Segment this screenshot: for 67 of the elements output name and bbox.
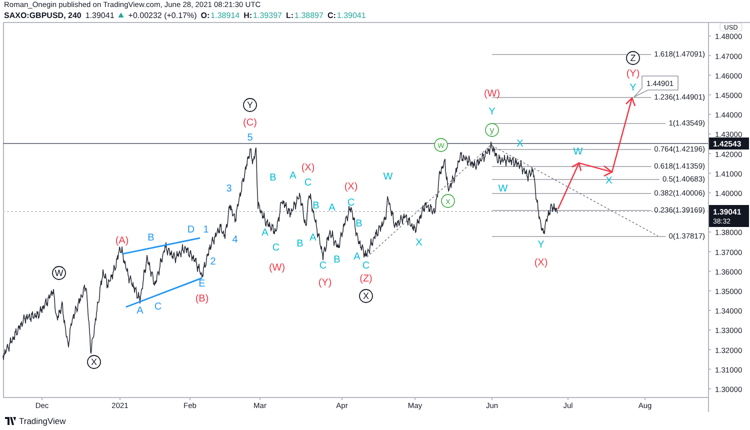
wave-label: W bbox=[573, 146, 583, 158]
wave-label: (A) bbox=[115, 236, 129, 246]
wave-label: Y bbox=[538, 240, 544, 250]
circled-wave-label: W bbox=[52, 266, 66, 280]
wave-label: (X) bbox=[344, 182, 358, 192]
wave-label: A bbox=[262, 228, 268, 238]
last-price: 1.39041 bbox=[85, 10, 114, 20]
circled-wave-label: x bbox=[441, 194, 455, 208]
wave-label: (Z) bbox=[360, 274, 372, 284]
wave-label: 2 bbox=[210, 256, 216, 268]
wave-label: W bbox=[383, 172, 393, 182]
price-change: +0.00232 (+0.17%) bbox=[128, 10, 197, 20]
ohlc-value: 1.39397 bbox=[253, 10, 282, 20]
wave-label: (Y) bbox=[626, 68, 640, 80]
wave-label: X bbox=[606, 176, 612, 186]
ohlc-value: 1.38914 bbox=[210, 10, 240, 20]
symbol-title: SAXO:GBPUSD, 240 bbox=[4, 10, 82, 20]
wave-label: B bbox=[334, 254, 340, 266]
ohlc-label: O: bbox=[200, 10, 210, 20]
wave-label: W bbox=[498, 184, 508, 194]
brand-name: TradingView bbox=[19, 416, 66, 426]
wave-label: (B) bbox=[195, 294, 209, 304]
wave-label: C bbox=[304, 178, 312, 188]
ohlc-value: 1.38897 bbox=[294, 10, 324, 20]
ohlc-label: H: bbox=[244, 10, 252, 20]
wave-label: A bbox=[136, 306, 144, 316]
ohlc-value: 1.39041 bbox=[336, 10, 366, 20]
wave-label: B bbox=[312, 200, 320, 212]
wave-label: (X) bbox=[534, 258, 548, 268]
wave-label: (W) bbox=[484, 88, 500, 100]
wave-label: C bbox=[272, 242, 280, 254]
wave-label: B bbox=[356, 218, 362, 230]
wave-label: C bbox=[319, 260, 327, 272]
wave-label: (Y) bbox=[318, 278, 332, 288]
circled-wave-label: Z bbox=[626, 51, 640, 65]
wave-label: Y bbox=[630, 82, 636, 94]
wave-label: A bbox=[328, 202, 336, 214]
wave-label: 4 bbox=[232, 234, 238, 246]
wave-label: D bbox=[187, 224, 195, 236]
wave-label: (C) bbox=[243, 118, 257, 128]
wave-label: B bbox=[148, 232, 154, 244]
wave-label: A bbox=[354, 252, 360, 262]
wave-label: (X) bbox=[301, 162, 315, 174]
wave-label: A bbox=[290, 170, 296, 182]
wave-label: 3 bbox=[226, 184, 232, 194]
wave-label: (W) bbox=[268, 262, 286, 274]
circled-wave-label: X bbox=[87, 355, 101, 369]
wave-label: 1 bbox=[203, 224, 209, 236]
wave-label: 5 bbox=[247, 132, 253, 144]
up-triangle-icon bbox=[118, 12, 124, 18]
wave-label: C bbox=[362, 260, 370, 272]
circled-wave-label: y bbox=[485, 123, 499, 137]
wave-label: Y bbox=[488, 106, 496, 118]
circled-wave-label: Y bbox=[243, 98, 257, 112]
wave-label: A bbox=[310, 232, 316, 244]
logo-icon bbox=[5, 417, 16, 425]
wave-label: C bbox=[347, 198, 355, 208]
circled-wave-label: w bbox=[434, 138, 448, 152]
wave-label: C bbox=[154, 302, 162, 312]
wave-label: X bbox=[416, 238, 422, 248]
ohlc-label: C: bbox=[327, 10, 336, 20]
ohlc-label: L: bbox=[286, 10, 294, 20]
wave-label: B bbox=[270, 172, 276, 184]
wave-label: X bbox=[516, 138, 524, 150]
wave-label: B bbox=[296, 238, 304, 250]
circled-wave-label: X bbox=[359, 289, 373, 303]
wave-label: E bbox=[198, 278, 206, 290]
